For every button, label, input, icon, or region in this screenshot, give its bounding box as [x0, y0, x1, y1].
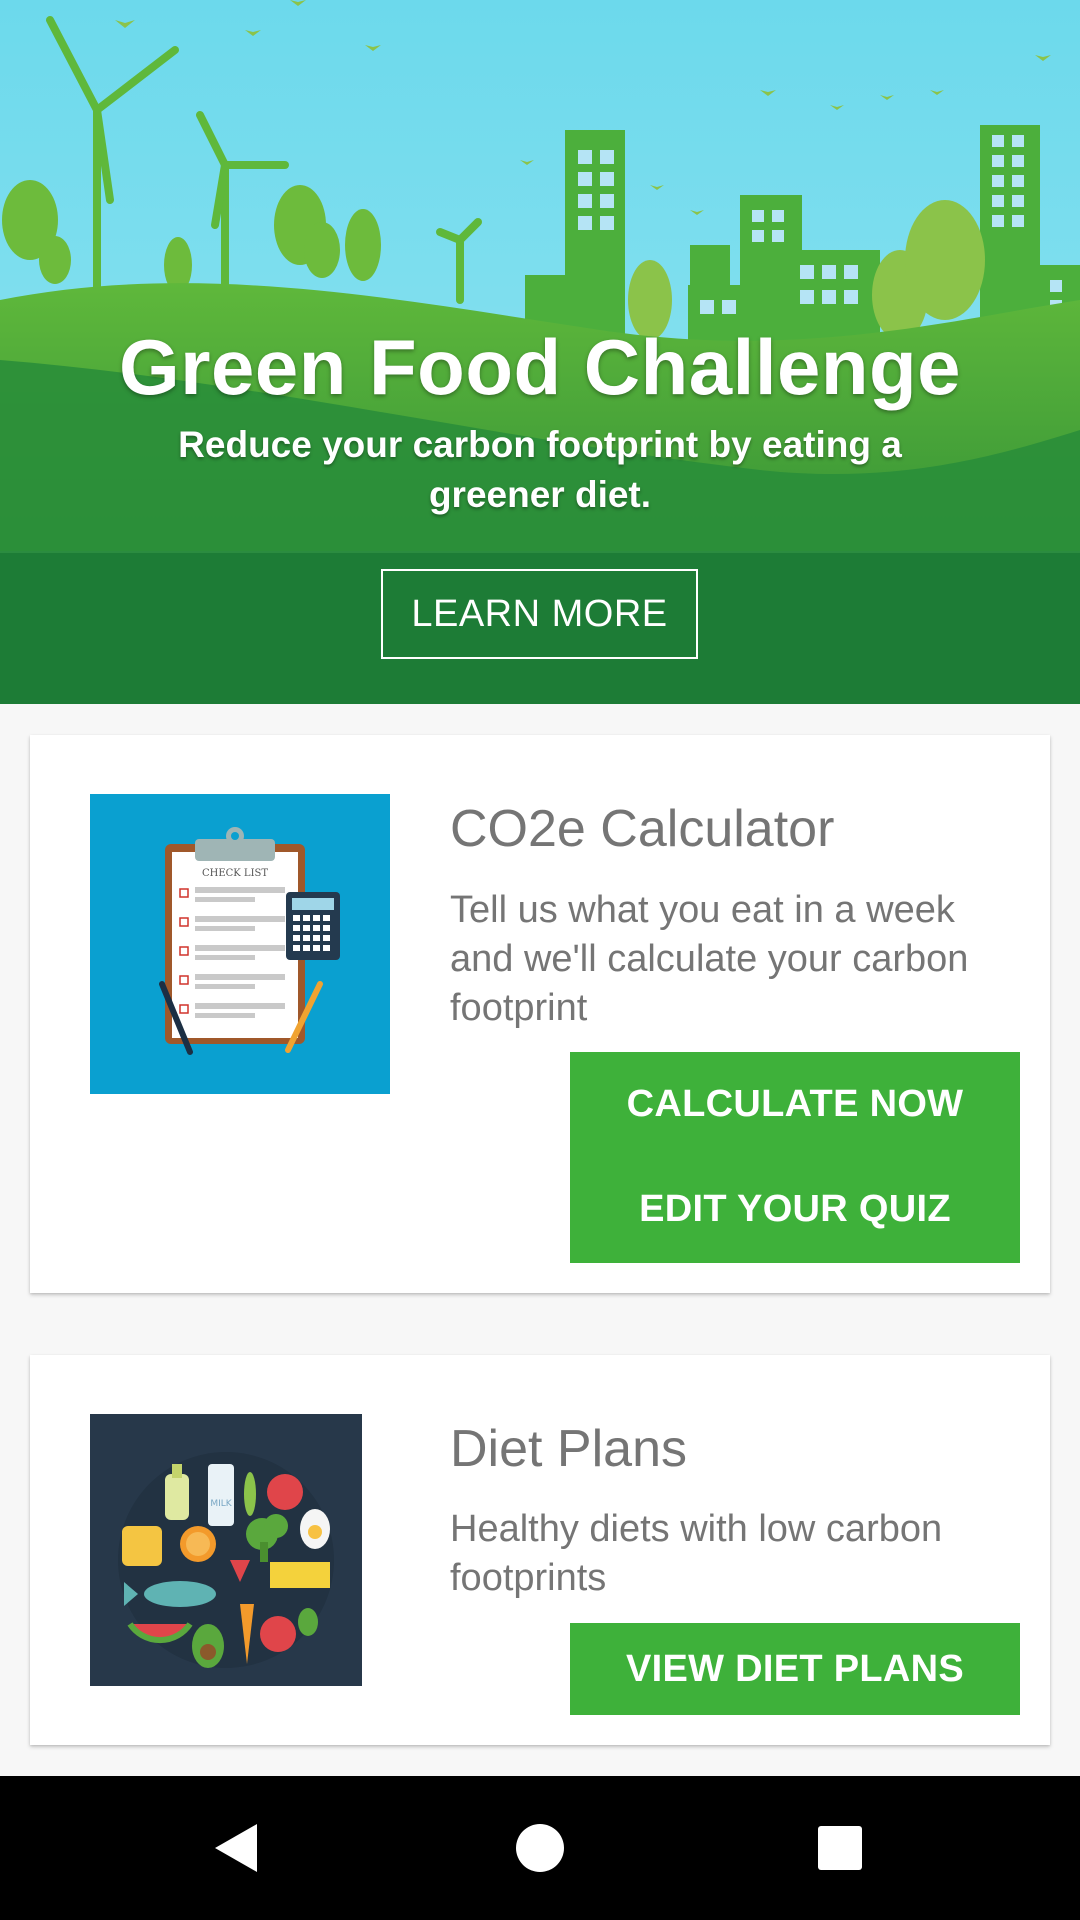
calculator-title: CO2e Calculator: [450, 800, 835, 858]
food-assortment-icon: MILK: [90, 1414, 362, 1686]
back-button[interactable]: [160, 1776, 320, 1920]
system-navigation-bar: [0, 1776, 1080, 1920]
diet-plans-card: MILK Diet Plans Healthy diets with low c…: [30, 1355, 1050, 1745]
calculator-actions: CALCULATE NOW EDIT YOUR QUIZ: [570, 1052, 1020, 1263]
back-icon: [215, 1824, 257, 1872]
hero-banner: Green Food Challenge Reduce your carbon …: [0, 0, 1080, 704]
clipboard-checklist-icon: CHECK LIST: [90, 794, 390, 1094]
banner-title: Green Food Challenge: [118, 323, 962, 411]
view-diet-plans-button[interactable]: VIEW DIET PLANS: [570, 1623, 1020, 1715]
home-button[interactable]: [460, 1776, 620, 1920]
recents-icon: [818, 1826, 862, 1870]
co2e-calculator-card: CHECK LIST CO2e Calculator Tell us what …: [30, 735, 1050, 1293]
home-icon: [516, 1824, 564, 1872]
recents-button[interactable]: [760, 1776, 920, 1920]
checklist-label: CHECK LIST: [202, 868, 268, 879]
edit-your-quiz-button[interactable]: EDIT YOUR QUIZ: [570, 1157, 1020, 1262]
diet-plans-title: Diet Plans: [450, 1420, 687, 1478]
calculate-now-button[interactable]: CALCULATE NOW: [570, 1052, 1020, 1157]
diet-plans-description: Healthy diets with low carbon footprints: [450, 1508, 943, 1599]
banner-subtitle: Reduce your carbon footprint by eating a…: [178, 424, 902, 515]
learn-more-button[interactable]: LEARN MORE: [381, 569, 698, 659]
calculator-description: Tell us what you eat in a week and we'll…: [450, 889, 969, 1029]
milk-label: MILK: [210, 1499, 232, 1509]
